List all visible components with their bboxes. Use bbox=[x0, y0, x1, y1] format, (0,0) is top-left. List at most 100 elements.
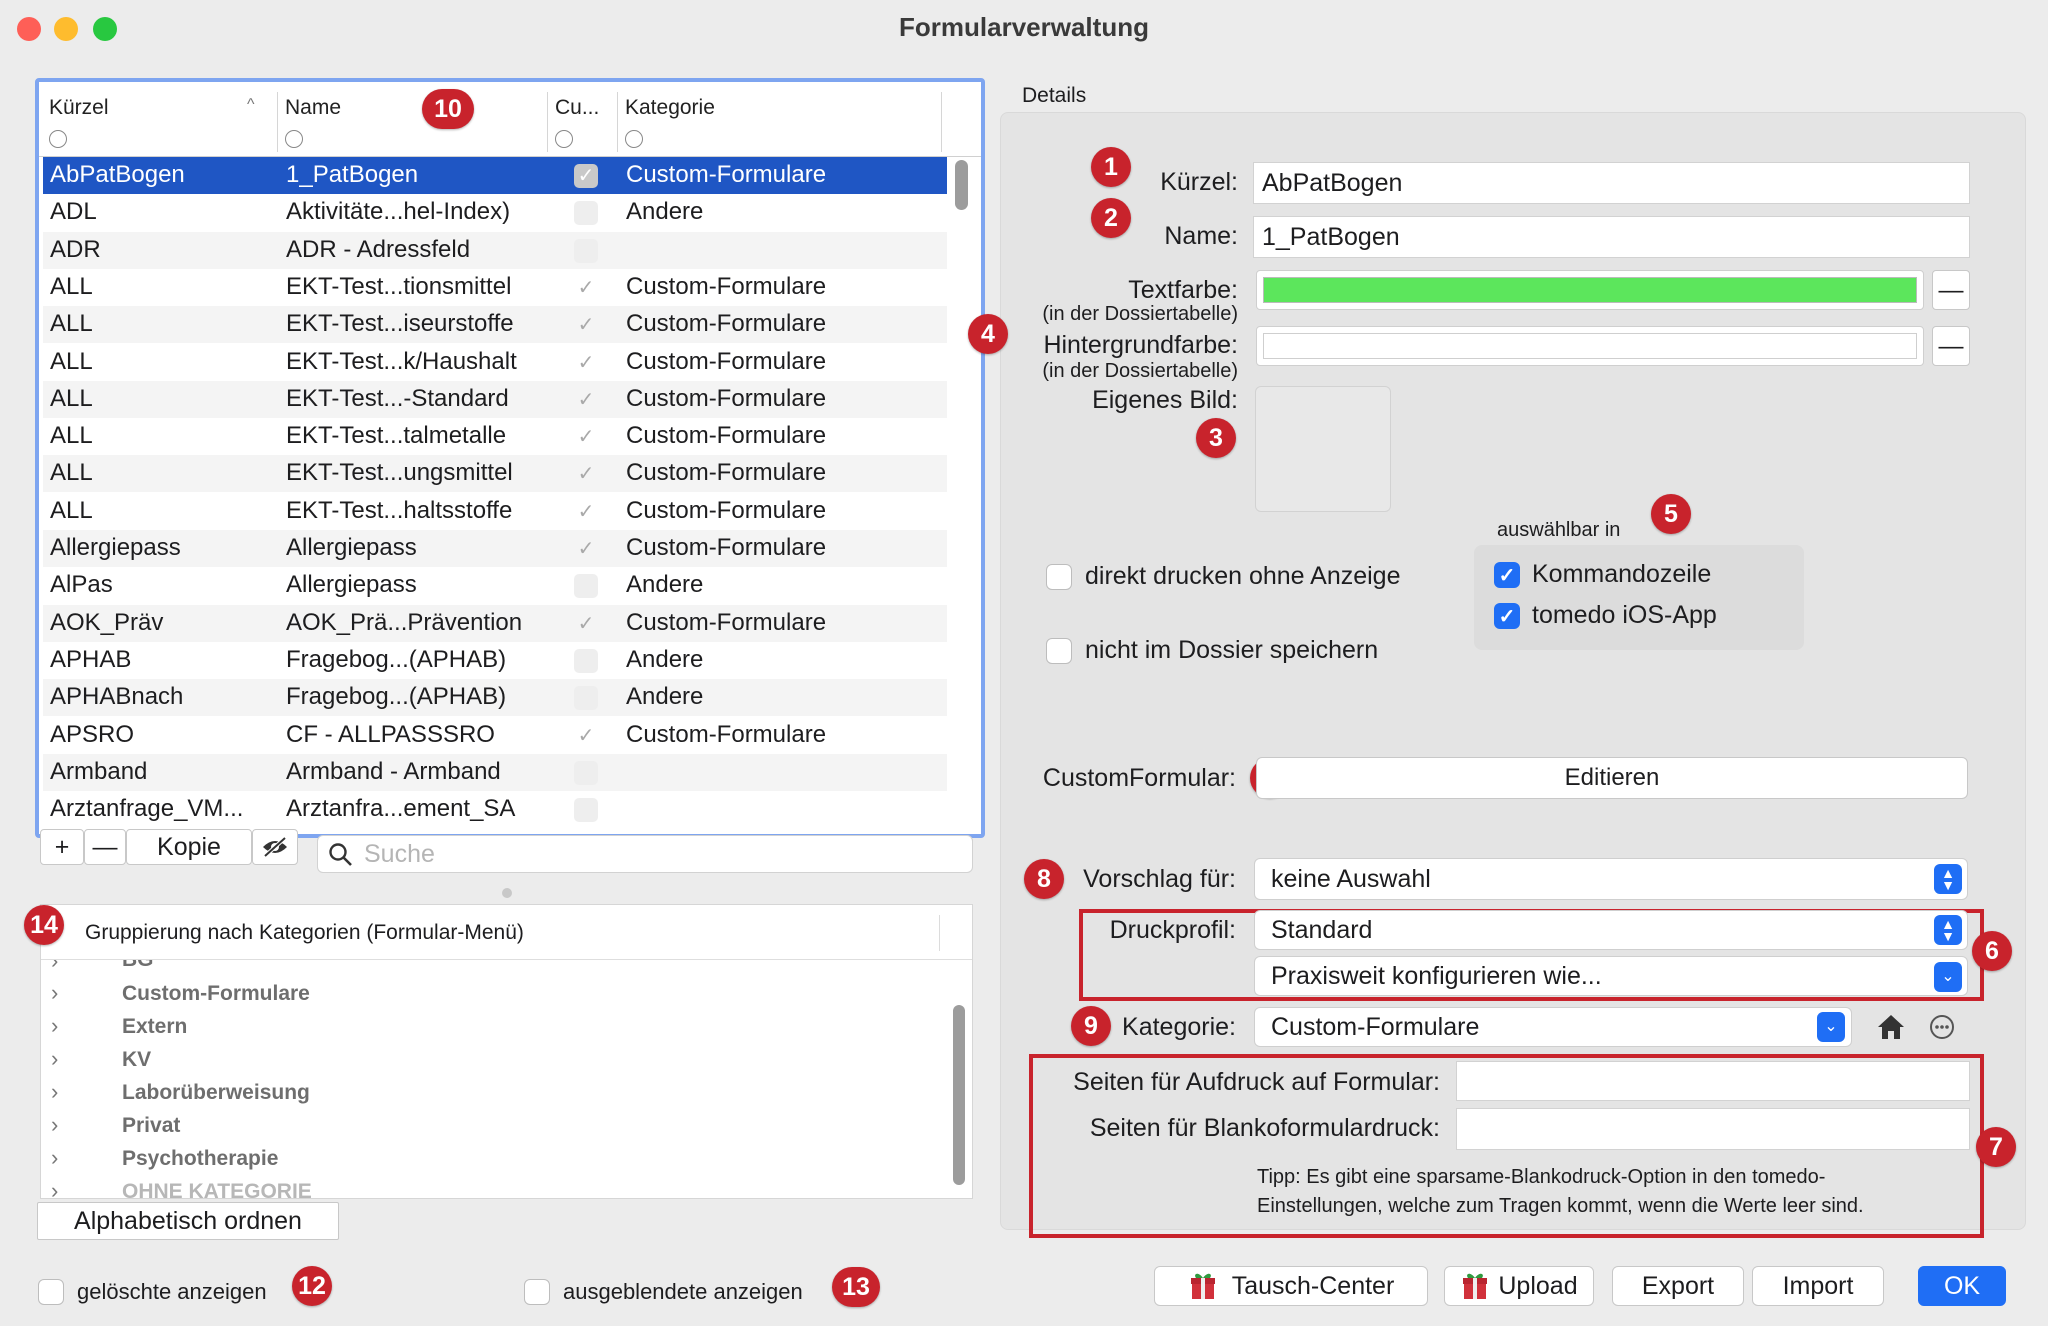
hide-button[interactable] bbox=[252, 829, 298, 865]
custom-checkbox[interactable]: ✓ bbox=[574, 500, 598, 524]
table-row[interactable]: ALL EKT-Test...iseurstoffe ✓ Custom-Formula… bbox=[43, 306, 947, 344]
split-view-handle[interactable] bbox=[502, 888, 512, 898]
remove-button[interactable]: — bbox=[84, 829, 126, 865]
column-header-custom[interactable]: Cu... bbox=[555, 96, 599, 120]
grouping-scrollbar[interactable] bbox=[953, 1005, 965, 1185]
upload-button[interactable]: Upload bbox=[1444, 1266, 1594, 1306]
custom-checkbox[interactable]: ✓ bbox=[574, 462, 598, 486]
alphabetic-sort-button[interactable]: Alphabetisch ordnen bbox=[37, 1202, 339, 1240]
chevron-right-icon[interactable]: › bbox=[51, 980, 58, 1006]
table-row[interactable]: Allergiepass Allergiepass ✓ Custom-Formular… bbox=[43, 530, 947, 567]
table-scrollbar[interactable] bbox=[955, 160, 968, 210]
nicht-speichern-checkbox[interactable] bbox=[1046, 638, 1072, 664]
direkt-drucken-checkbox[interactable] bbox=[1046, 564, 1072, 590]
chevron-right-icon[interactable]: › bbox=[51, 1145, 58, 1171]
custom-checkbox[interactable]: ✓ bbox=[574, 388, 598, 412]
kommandozeile-checkbox[interactable]: ✓ bbox=[1494, 562, 1520, 588]
filter-radio-kategorie[interactable] bbox=[625, 130, 643, 148]
tree-item-extern[interactable]: Extern bbox=[122, 1015, 187, 1039]
tree-item-kv[interactable]: KV bbox=[122, 1048, 151, 1072]
column-divider[interactable] bbox=[547, 92, 548, 152]
table-row[interactable]: ALL EKT-Test...k/Haushalt ✓ Custom-Formular… bbox=[43, 344, 947, 381]
table-row[interactable]: ALL EKT-Test...haltsstoffe ✓ Custom-Formula… bbox=[43, 493, 947, 530]
custom-checkbox[interactable]: ✓ bbox=[574, 351, 598, 375]
seiten-aufdruck-field[interactable] bbox=[1456, 1061, 1970, 1101]
show-deleted-checkbox[interactable] bbox=[38, 1279, 64, 1305]
filter-radio-custom[interactable] bbox=[555, 130, 573, 148]
show-hidden-checkbox[interactable] bbox=[524, 1279, 550, 1305]
custom-checkbox[interactable] bbox=[574, 798, 598, 823]
textfarbe-color-well[interactable] bbox=[1256, 270, 1924, 310]
table-row[interactable]: AOK_Präv AOK_Prä...Prävention ✓ Custom-Form… bbox=[43, 604, 947, 642]
column-divider[interactable] bbox=[617, 92, 618, 152]
table-row[interactable]: APHAB Fragebog...(APHAB) Andere bbox=[43, 642, 947, 679]
chevron-right-icon[interactable]: › bbox=[51, 1178, 58, 1198]
more-options-icon[interactable] bbox=[1928, 1013, 1956, 1041]
import-button[interactable]: Import bbox=[1752, 1266, 1884, 1306]
table-row[interactable]: AbPatBogen 1_PatBogen ✓ Custom-Formulare bbox=[43, 157, 947, 194]
table-row[interactable]: AlPas Allergiepass Andere bbox=[43, 567, 947, 604]
custom-checkbox[interactable]: ✓ bbox=[574, 724, 598, 748]
copy-button[interactable]: Kopie bbox=[126, 829, 252, 865]
custom-checkbox[interactable] bbox=[574, 686, 598, 711]
home-icon[interactable] bbox=[1876, 1013, 1906, 1041]
tree-item-psychotherapie[interactable]: Psychotherapie bbox=[122, 1147, 278, 1171]
table-row[interactable]: ALL EKT-Test...-Standard ✓ Custom-Formulare bbox=[43, 380, 947, 418]
chevron-right-icon[interactable]: › bbox=[51, 1046, 58, 1072]
name-field[interactable]: 1_PatBogen bbox=[1253, 216, 1970, 258]
custom-checkbox[interactable] bbox=[574, 201, 598, 226]
image-well[interactable] bbox=[1255, 386, 1391, 512]
column-header-kategorie[interactable]: Kategorie bbox=[625, 96, 715, 120]
hintergrundfarbe-clear-button[interactable]: — bbox=[1932, 326, 1970, 366]
table-row[interactable]: ALL EKT-Test...tionsmittel ✓ Custom-Formula… bbox=[43, 269, 947, 306]
chevron-right-icon[interactable]: › bbox=[51, 1112, 58, 1138]
druckprofil-popup[interactable]: Standard bbox=[1254, 910, 1968, 950]
ios-app-checkbox[interactable]: ✓ bbox=[1494, 603, 1520, 629]
table-row[interactable]: Armband Armband - Armband bbox=[43, 753, 947, 791]
tree-item-custom-formulare[interactable]: Custom-Formulare bbox=[122, 982, 310, 1006]
tree-item-privat[interactable]: Privat bbox=[122, 1114, 180, 1138]
table-row[interactable]: ADL Aktivitäte...hel-Index) Andere bbox=[43, 194, 947, 231]
tree-item-bg[interactable]: BG bbox=[122, 960, 154, 972]
category-grouping-outline[interactable]: Gruppierung nach Kategorien (Formular-Me… bbox=[40, 904, 973, 1199]
custom-checkbox[interactable]: ✓ bbox=[574, 537, 598, 561]
custom-checkbox[interactable]: ✓ bbox=[574, 612, 598, 636]
textfarbe-clear-button[interactable]: — bbox=[1932, 270, 1970, 310]
chevron-right-icon[interactable]: › bbox=[51, 1013, 58, 1039]
filter-radio-name[interactable] bbox=[285, 130, 303, 148]
custom-checkbox[interactable]: ✓ bbox=[574, 425, 598, 449]
column-header-kuerzel[interactable]: Kürzel bbox=[49, 96, 109, 120]
kategorie-popup[interactable]: Custom-Formulare bbox=[1254, 1007, 1852, 1047]
vorschlag-popup[interactable]: keine Auswahl bbox=[1254, 858, 1968, 900]
kuerzel-field[interactable]: AbPatBogen bbox=[1253, 162, 1970, 204]
tree-item-laborueberweisung[interactable]: Laborüberweisung bbox=[122, 1081, 310, 1105]
custom-checkbox[interactable] bbox=[574, 574, 598, 599]
table-row[interactable]: ALL EKT-Test...talmetalle ✓ Custom-Formular… bbox=[43, 418, 947, 455]
table-row[interactable]: ADR ADR - Adressfeld bbox=[43, 231, 947, 269]
custom-checkbox[interactable]: ✓ bbox=[574, 313, 598, 337]
column-divider[interactable] bbox=[277, 92, 278, 152]
custom-checkbox[interactable]: ✓ bbox=[574, 164, 598, 188]
editieren-button[interactable]: Editieren bbox=[1256, 757, 1968, 799]
seiten-blanko-field[interactable] bbox=[1456, 1108, 1970, 1150]
chevron-right-icon[interactable]: › bbox=[51, 960, 58, 974]
forms-table[interactable]: Kürzel ^ Name Cu... Kategorie AbPatBogen… bbox=[35, 78, 985, 838]
praxisweit-popup[interactable]: Praxisweit konfigurieren wie... bbox=[1254, 956, 1968, 996]
table-row[interactable]: Arztanfrage_VM... Arztanfra...ement_SA bbox=[43, 791, 947, 828]
export-button[interactable]: Export bbox=[1612, 1266, 1744, 1306]
ok-button[interactable]: OK bbox=[1918, 1266, 2006, 1306]
table-row[interactable]: APHABnach Fragebog...(APHAB) Andere bbox=[43, 679, 947, 717]
table-row[interactable]: ALL EKT-Test...ungsmittel ✓ Custom-Formular… bbox=[43, 455, 947, 493]
custom-checkbox[interactable] bbox=[574, 238, 598, 263]
hintergrundfarbe-color-well[interactable] bbox=[1256, 326, 1924, 366]
tree-item-ohne-kategorie[interactable]: OHNE KATEGORIE bbox=[122, 1180, 312, 1198]
add-button[interactable]: + bbox=[40, 829, 84, 865]
table-row[interactable]: APSRO CF - ALLPASSSRO ✓ Custom-Formulare bbox=[43, 717, 947, 754]
column-header-name[interactable]: Name bbox=[285, 96, 341, 120]
custom-checkbox[interactable] bbox=[574, 648, 598, 673]
chevron-right-icon[interactable]: › bbox=[51, 1079, 58, 1105]
tausch-center-button[interactable]: Tausch-Center bbox=[1154, 1266, 1428, 1306]
custom-checkbox[interactable] bbox=[574, 760, 598, 785]
search-input[interactable]: Suche bbox=[317, 835, 973, 873]
custom-checkbox[interactable]: ✓ bbox=[574, 276, 598, 300]
